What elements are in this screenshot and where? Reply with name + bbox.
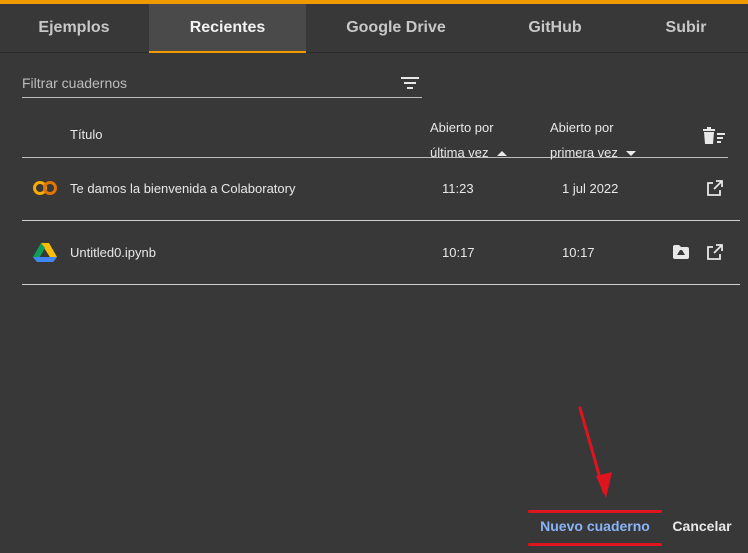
colab-icon (33, 181, 57, 195)
column-last-opened-line1: Abierto por (430, 120, 494, 135)
new-notebook-button[interactable]: Nuevo cuaderno (530, 510, 660, 542)
table-row[interactable]: Untitled0.ipynb 10:17 10:17 (22, 221, 740, 285)
table-row[interactable]: Te damos la bienvenida a Colaboratory 11… (22, 157, 740, 221)
delete-sweep-icon[interactable] (702, 127, 726, 145)
filter-list-icon[interactable] (400, 75, 420, 91)
tab-bar: Ejemplos Recientes Google Drive GitHub S… (0, 4, 748, 53)
first-opened: 10:17 (562, 245, 595, 260)
notebook-name[interactable]: Untitled0.ipynb (70, 245, 156, 260)
tab-recientes[interactable]: Recientes (149, 4, 306, 53)
first-opened: 1 jul 2022 (562, 181, 619, 196)
filter-input[interactable] (22, 70, 382, 96)
open-in-new-tab-icon[interactable] (707, 180, 723, 196)
column-first-opened-line1: Abierto por (550, 120, 614, 135)
filter-field (22, 70, 422, 98)
sort-ascending-icon (496, 151, 507, 157)
tab-github[interactable]: GitHub (486, 4, 624, 52)
column-title[interactable]: Título (70, 127, 103, 142)
annotation-arrow (578, 406, 612, 498)
sort-descending-icon (625, 151, 636, 157)
table-header: Título Abierto por última vez Abierto po… (22, 105, 728, 160)
drive-folder-icon[interactable] (673, 245, 689, 259)
google-drive-icon (33, 243, 57, 262)
tab-subir[interactable]: Subir (624, 4, 748, 52)
notebook-name[interactable]: Te damos la bienvenida a Colaboratory (70, 181, 295, 196)
open-in-new-tab-icon[interactable] (707, 244, 723, 260)
tab-ejemplos[interactable]: Ejemplos (0, 4, 148, 52)
tab-google-drive[interactable]: Google Drive (306, 4, 486, 52)
annotation-underline-bottom (528, 543, 662, 546)
open-notebook-dialog: Ejemplos Recientes Google Drive GitHub S… (0, 0, 748, 553)
cancel-button[interactable]: Cancelar (666, 510, 738, 542)
last-opened: 11:23 (442, 181, 474, 196)
last-opened: 10:17 (442, 245, 475, 260)
